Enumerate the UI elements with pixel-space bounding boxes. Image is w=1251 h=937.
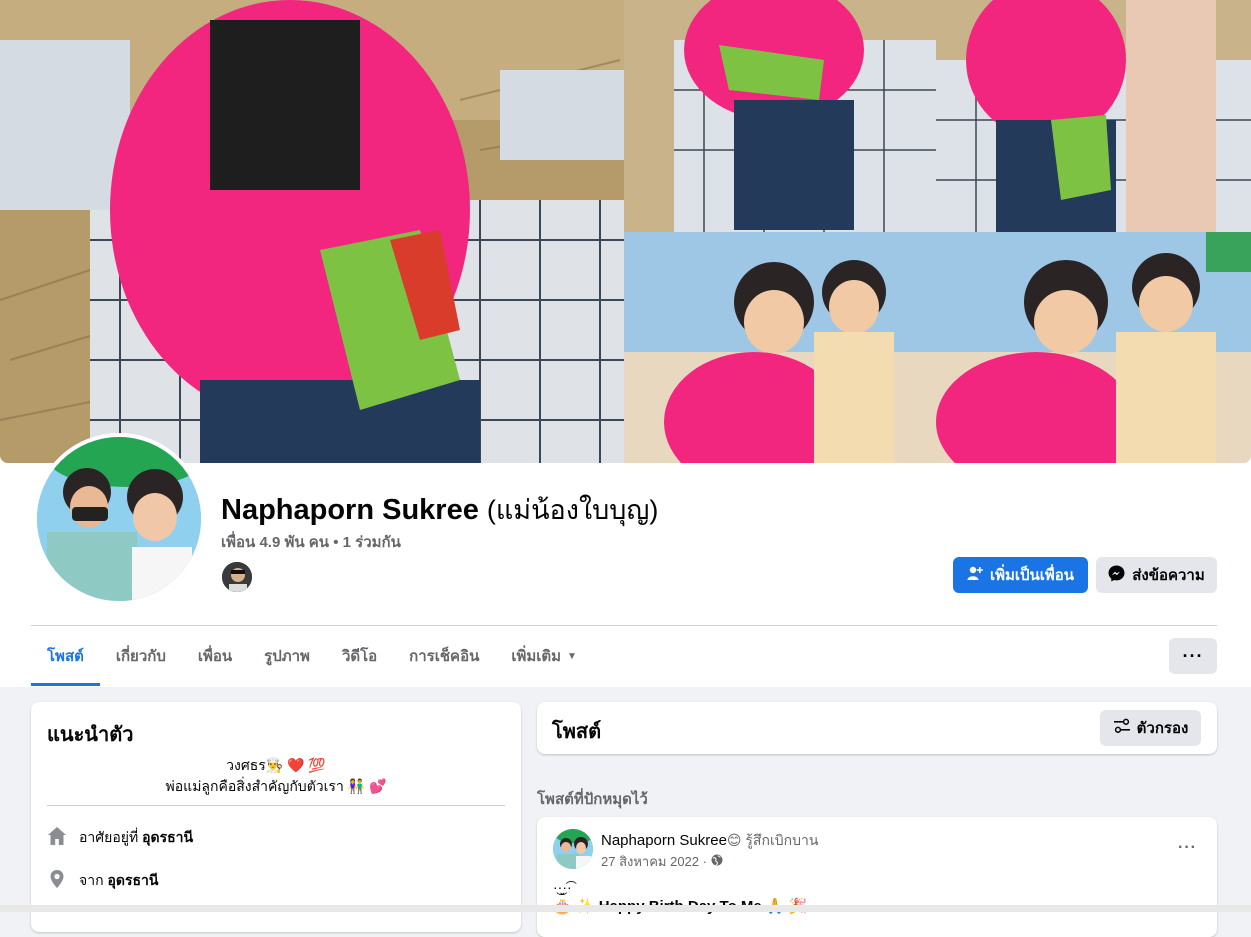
cover-photo-tile — [936, 232, 1251, 463]
profile-more-options-button[interactable]: ··· — [1169, 638, 1217, 674]
post-text: ·͜·̮·͡· — [553, 879, 572, 895]
intro-bio: วงศธร👨‍🍳 ❤️ 💯 พ่อแม่ลูกคือสิ่งสำคัญกับตั… — [47, 755, 505, 797]
profile-name-text: Naphaporn Sukree — [221, 494, 479, 526]
tab-friends[interactable]: เพื่อน — [182, 626, 248, 686]
horizontal-scrollbar[interactable] — [0, 905, 1251, 912]
pinned-posts-label: โพสต์ที่ปักหมุดไว้ — [537, 791, 648, 808]
cover-photo[interactable] — [0, 0, 1251, 463]
message-button[interactable]: ส่งข้อความ — [1096, 557, 1217, 593]
tab-about[interactable]: เกี่ยวกับ — [100, 626, 182, 686]
location-pin-icon — [47, 869, 67, 892]
tab-more[interactable]: เพิ่มเติม ▼ — [495, 626, 593, 686]
caret-down-icon: ▼ — [567, 650, 577, 662]
cover-photo-tile — [624, 232, 936, 463]
message-label: ส่งข้อความ — [1132, 567, 1205, 584]
profile-name: Naphaporn Sukree (แม่น้องใบบุญ) — [221, 488, 658, 531]
profile-tabs: โพสต์ เกี่ยวกับ เพื่อน รูปภาพ วิดีโอ การ… — [31, 626, 593, 686]
intro-title: แนะนำตัว — [47, 724, 134, 746]
intro-divider — [47, 805, 505, 806]
tab-label: เกี่ยวกับ — [115, 648, 166, 665]
post-meta: 27 สิงหาคม 2022 · — [601, 851, 723, 872]
add-friend-label: เพิ่มเป็นเพื่อน — [989, 567, 1075, 584]
add-friend-button[interactable]: เพิ่มเป็นเพื่อน — [953, 557, 1088, 593]
cover-photo-tile — [624, 0, 936, 232]
post-more-options-button[interactable]: ··· — [1178, 839, 1197, 857]
profile-alt-name: (แม่น้องใบบุญ) — [486, 495, 659, 525]
post-author-name[interactable]: Naphaporn Sukree — [601, 832, 727, 849]
friends-count[interactable]: เพื่อน 4.9 พัน คน • 1 ร่วมกัน — [221, 530, 401, 554]
post-card: Naphaporn Sukree😊 รู้สึกเบิกบาน 27 สิงหา… — [537, 817, 1217, 937]
tab-label: การเช็คอิน — [409, 648, 480, 665]
filter-sliders-icon — [1113, 718, 1131, 738]
tab-photos[interactable]: รูปภาพ — [248, 626, 326, 686]
profile-header: Naphaporn Sukree (แม่น้องใบบุญ) เพื่อน 4… — [0, 0, 1251, 687]
bio-line: พ่อแม่ลูกคือสิ่งสำคัญกับตัวเรา 👫 💕 — [165, 778, 387, 794]
post-date[interactable]: 27 สิงหาคม 2022 · — [601, 851, 707, 872]
from-place-link[interactable]: อุดรธานี — [107, 872, 158, 888]
profile-avatar[interactable] — [33, 433, 205, 605]
profile-photo — [37, 437, 201, 601]
lives-in-prefix: อาศัยอยู่ที่ — [79, 828, 139, 845]
cover-main-photo — [0, 0, 624, 463]
lives-in-place-link[interactable]: อุดรธานี — [142, 829, 193, 845]
tab-label: วิดีโอ — [341, 648, 378, 665]
post-header: Naphaporn Sukree😊 รู้สึกเบิกบาน — [601, 830, 818, 852]
cover-photo-tile — [936, 0, 1251, 232]
tab-label: โพสต์ — [47, 648, 84, 665]
home-icon — [47, 826, 67, 849]
messenger-icon — [1108, 565, 1125, 586]
intro-from: จาก อุดรธานี — [47, 869, 158, 892]
bio-line: วงศธร👨‍🍳 ❤️ 💯 — [226, 757, 326, 773]
add-friend-icon — [967, 565, 983, 585]
from-prefix: จาก — [79, 871, 104, 888]
filter-label: ตัวกรอง — [1136, 720, 1189, 737]
post-feeling: 😊 รู้สึกเบิกบาน — [726, 832, 819, 848]
tab-checkins[interactable]: การเช็คอิน — [393, 626, 495, 686]
mutual-friend-avatar[interactable] — [221, 561, 253, 593]
intro-lives-in: อาศัยอยู่ที่ อุดรธานี — [47, 826, 193, 849]
tab-label: รูปภาพ — [264, 648, 310, 665]
posts-header-card: โพสต์ ตัวกรอง — [537, 702, 1217, 754]
globe-icon — [711, 854, 723, 869]
post-author-avatar[interactable] — [553, 829, 593, 869]
posts-title: โพสต์ — [552, 721, 602, 743]
post-author-photo — [553, 829, 593, 869]
filter-button[interactable]: ตัวกรอง — [1100, 710, 1201, 746]
tab-posts[interactable]: โพสต์ — [31, 626, 100, 686]
ellipsis-icon: ··· — [1178, 839, 1197, 856]
ellipsis-icon: ··· — [1182, 645, 1204, 666]
mutual-friend-photo — [222, 562, 252, 592]
tab-label: เพิ่มเติม — [511, 648, 562, 665]
tab-videos[interactable]: วิดีโอ — [326, 626, 393, 686]
intro-card: แนะนำตัว วงศธร👨‍🍳 ❤️ 💯 พ่อแม่ลูกคือสิ่งส… — [31, 702, 521, 932]
tab-label: เพื่อน — [197, 648, 233, 665]
